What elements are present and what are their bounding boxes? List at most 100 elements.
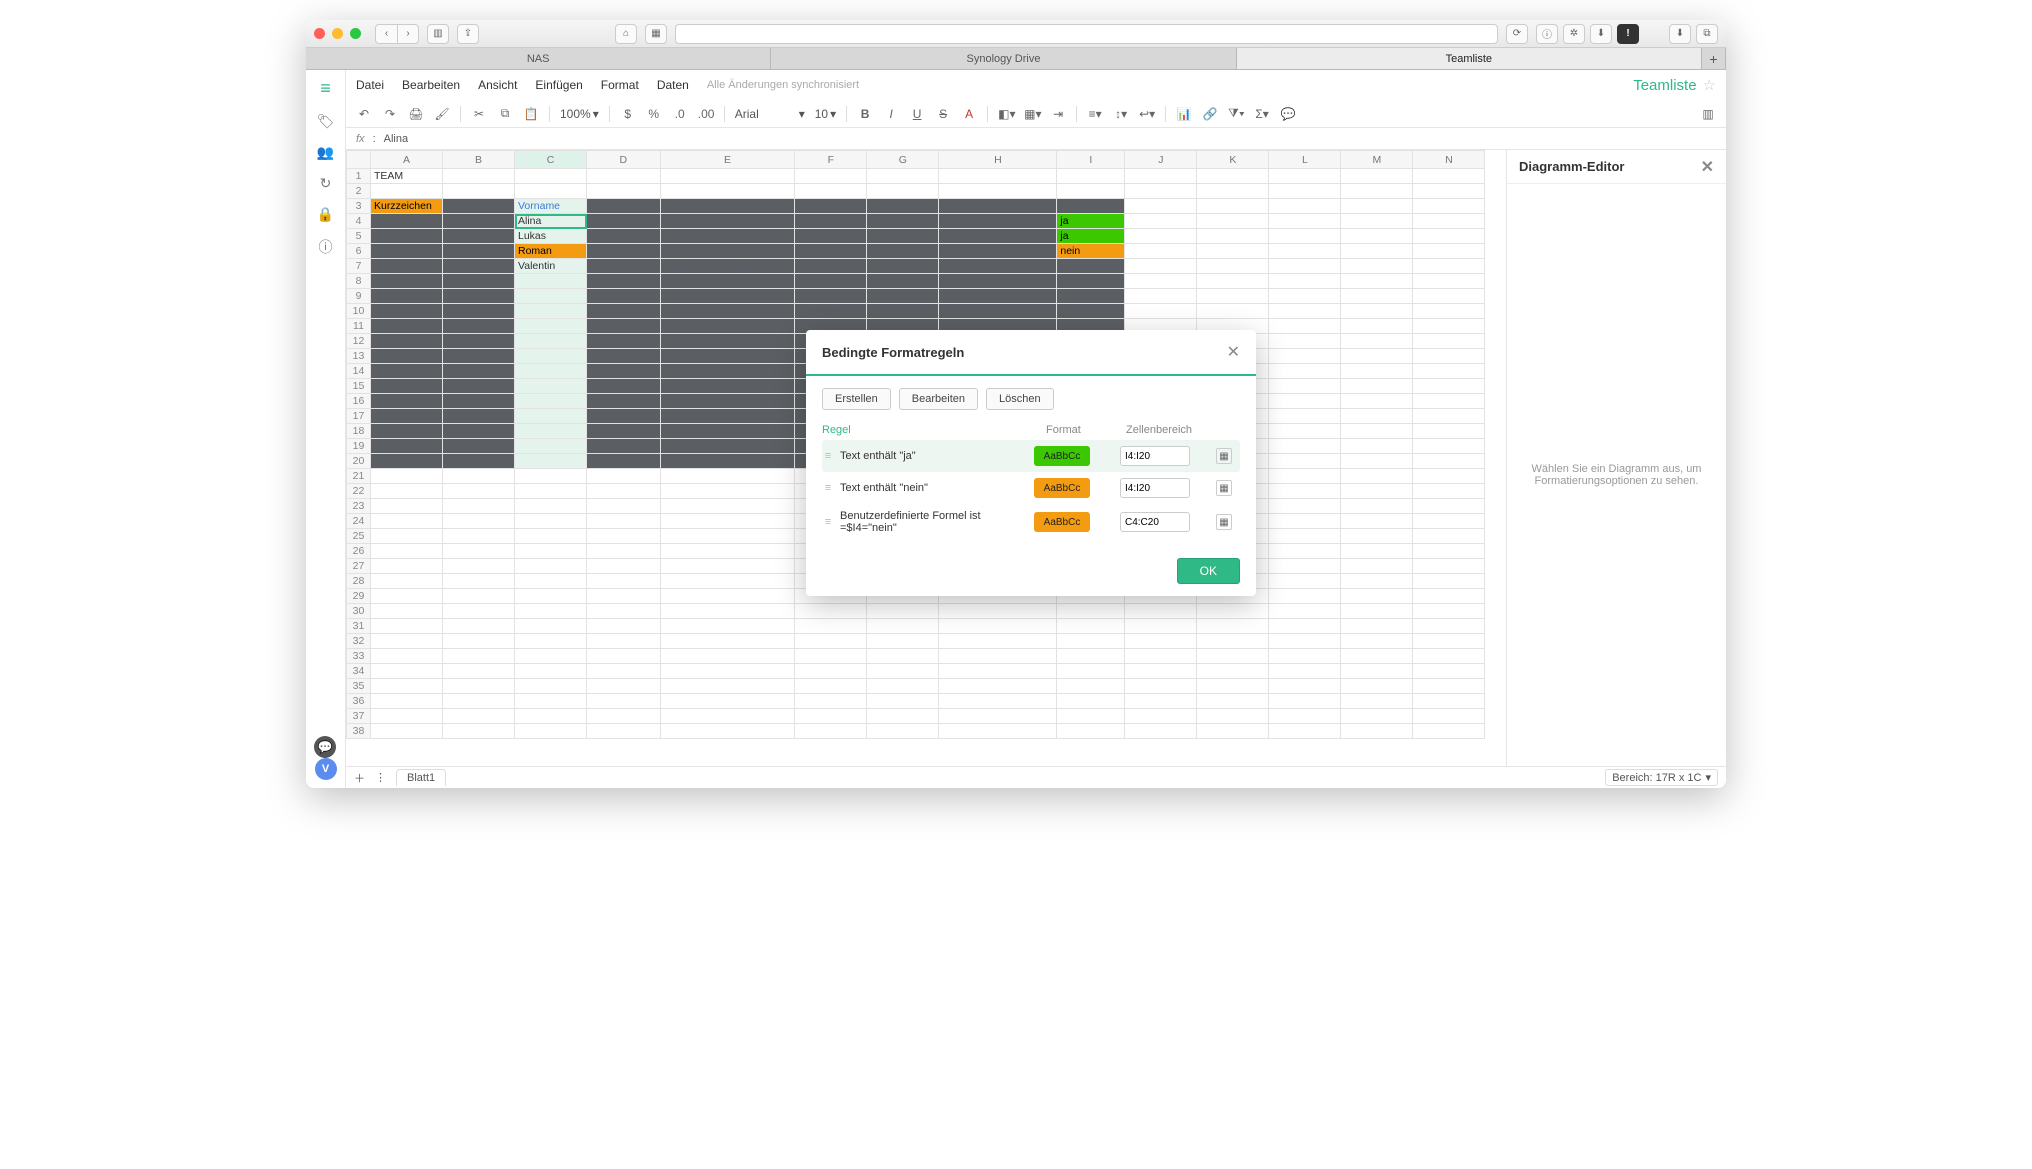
cell-H38[interactable]	[939, 724, 1057, 739]
cell-K35[interactable]	[1197, 679, 1269, 694]
cell-F30[interactable]	[795, 604, 867, 619]
close-icon[interactable]: ✕	[1227, 342, 1240, 362]
cell-E34[interactable]	[660, 664, 795, 679]
merge-icon[interactable]: ⇥	[1050, 107, 1066, 121]
cell-B3[interactable]: Name	[443, 199, 515, 214]
cell-A20[interactable]	[371, 454, 443, 469]
cell-C32[interactable]	[515, 634, 587, 649]
cell-K7[interactable]	[1197, 259, 1269, 274]
cell-L25[interactable]	[1269, 529, 1341, 544]
cell-A15[interactable]	[371, 379, 443, 394]
cell-B35[interactable]	[443, 679, 515, 694]
cell-F33[interactable]	[795, 649, 867, 664]
cell-K38[interactable]	[1197, 724, 1269, 739]
cell-B5[interactable]	[443, 229, 515, 244]
cell-B25[interactable]	[443, 529, 515, 544]
share-icon[interactable]: ⇪	[457, 24, 479, 44]
cell-G36[interactable]	[867, 694, 939, 709]
filter-icon[interactable]: ⧩▾	[1228, 106, 1244, 121]
info-icon[interactable]: ⓘ	[1536, 24, 1558, 44]
cell-J38[interactable]	[1125, 724, 1197, 739]
cell-N30[interactable]	[1413, 604, 1485, 619]
paste-icon[interactable]: 📋	[523, 107, 539, 121]
drag-handle-icon[interactable]: ≡	[822, 482, 834, 494]
cell-A24[interactable]	[371, 514, 443, 529]
cell-G30[interactable]	[867, 604, 939, 619]
sheet-tab-blatt1[interactable]: Blatt1	[396, 769, 446, 786]
new-tab-button[interactable]: +	[1702, 48, 1726, 69]
row-header-20[interactable]: 20	[347, 454, 371, 469]
menu-daten[interactable]: Daten	[657, 78, 689, 92]
edit-button[interactable]: Bearbeiten	[899, 388, 978, 410]
cell-K5[interactable]	[1197, 229, 1269, 244]
cell-L36[interactable]	[1269, 694, 1341, 709]
row-header-13[interactable]: 13	[347, 349, 371, 364]
cell-A17[interactable]	[371, 409, 443, 424]
cell-E25[interactable]	[660, 529, 795, 544]
chart-icon[interactable]: 📊	[1176, 107, 1192, 121]
forward-button[interactable]: ›	[397, 24, 419, 44]
cell-N20[interactable]	[1413, 454, 1485, 469]
cell-L33[interactable]	[1269, 649, 1341, 664]
cell-H10[interactable]	[939, 304, 1057, 319]
range-input[interactable]	[1120, 446, 1190, 466]
cell-D25[interactable]	[587, 529, 661, 544]
cell-J33[interactable]	[1125, 649, 1197, 664]
col-header-H[interactable]: H	[939, 151, 1057, 169]
cell-M24[interactable]	[1341, 514, 1413, 529]
cell-C34[interactable]	[515, 664, 587, 679]
currency-button[interactable]: $	[620, 107, 636, 121]
cell-L15[interactable]	[1269, 379, 1341, 394]
cell-D23[interactable]	[587, 499, 661, 514]
cell-I31[interactable]	[1057, 619, 1125, 634]
cell-E26[interactable]	[660, 544, 795, 559]
cell-N29[interactable]	[1413, 589, 1485, 604]
cell-F9[interactable]	[795, 289, 867, 304]
cell-J5[interactable]	[1125, 229, 1197, 244]
cell-L35[interactable]	[1269, 679, 1341, 694]
menu-einfuegen[interactable]: Einfügen	[535, 78, 582, 92]
home-icon[interactable]: ⌂	[615, 24, 637, 44]
cell-I9[interactable]	[1057, 289, 1125, 304]
redo-icon[interactable]: ↷	[382, 107, 398, 121]
cell-L10[interactable]	[1269, 304, 1341, 319]
cell-D35[interactable]	[587, 679, 661, 694]
cell-A38[interactable]	[371, 724, 443, 739]
row-header-18[interactable]: 18	[347, 424, 371, 439]
cell-B1[interactable]	[443, 169, 515, 184]
cell-E31[interactable]	[660, 619, 795, 634]
cell-K1[interactable]	[1197, 169, 1269, 184]
col-header-M[interactable]: M	[1341, 151, 1413, 169]
cell-I36[interactable]	[1057, 694, 1125, 709]
cell-D29[interactable]	[587, 589, 661, 604]
cell-B8[interactable]	[443, 274, 515, 289]
cell-M3[interactable]	[1341, 199, 1413, 214]
tag-icon[interactable]: 🏷	[317, 113, 335, 130]
cell-M28[interactable]	[1341, 574, 1413, 589]
cell-E16[interactable]	[660, 394, 795, 409]
cell-F37[interactable]	[795, 709, 867, 724]
cell-N25[interactable]	[1413, 529, 1485, 544]
cell-H33[interactable]	[939, 649, 1057, 664]
cell-D19[interactable]	[587, 439, 661, 454]
star-icon[interactable]: ☆	[1703, 76, 1716, 94]
cell-L20[interactable]	[1269, 454, 1341, 469]
cell-B31[interactable]	[443, 619, 515, 634]
cell-L16[interactable]	[1269, 394, 1341, 409]
cell-A22[interactable]	[371, 484, 443, 499]
cell-D12[interactable]	[587, 334, 661, 349]
cell-E5[interactable]: HR	[660, 229, 795, 244]
cell-C19[interactable]	[515, 439, 587, 454]
row-header-33[interactable]: 33	[347, 649, 371, 664]
cell-J37[interactable]	[1125, 709, 1197, 724]
cell-C14[interactable]	[515, 364, 587, 379]
help-icon[interactable]: ⓘ	[319, 237, 333, 257]
cell-E21[interactable]	[660, 469, 795, 484]
cell-M17[interactable]	[1341, 409, 1413, 424]
cell-C21[interactable]	[515, 469, 587, 484]
hamburger-icon[interactable]: ≡	[320, 78, 331, 99]
cell-I38[interactable]	[1057, 724, 1125, 739]
cell-H31[interactable]	[939, 619, 1057, 634]
cell-B17[interactable]	[443, 409, 515, 424]
notification-badge-icon[interactable]: !	[1617, 24, 1639, 44]
